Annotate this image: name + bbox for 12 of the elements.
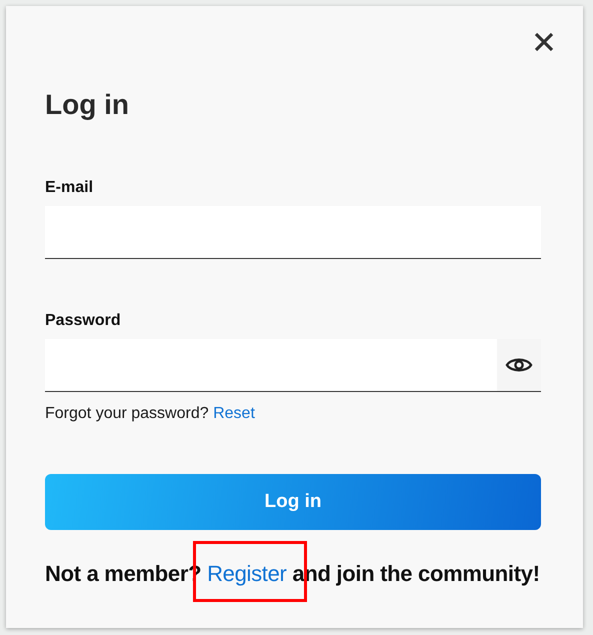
login-button[interactable]: Log in xyxy=(45,474,541,530)
register-link[interactable]: Register xyxy=(207,561,287,586)
field-label: Password xyxy=(45,311,121,331)
forgot-password-text: Forgot your password? Reset xyxy=(45,404,255,424)
close-button[interactable] xyxy=(532,30,556,54)
dialog-title: Log in xyxy=(45,88,129,122)
password-field[interactable] xyxy=(45,339,497,391)
reset-link[interactable]: Reset xyxy=(213,405,255,422)
email-field[interactable] xyxy=(45,206,541,258)
field-label: E-mail xyxy=(45,178,94,198)
eye-icon xyxy=(505,356,533,374)
close-icon xyxy=(534,32,554,52)
